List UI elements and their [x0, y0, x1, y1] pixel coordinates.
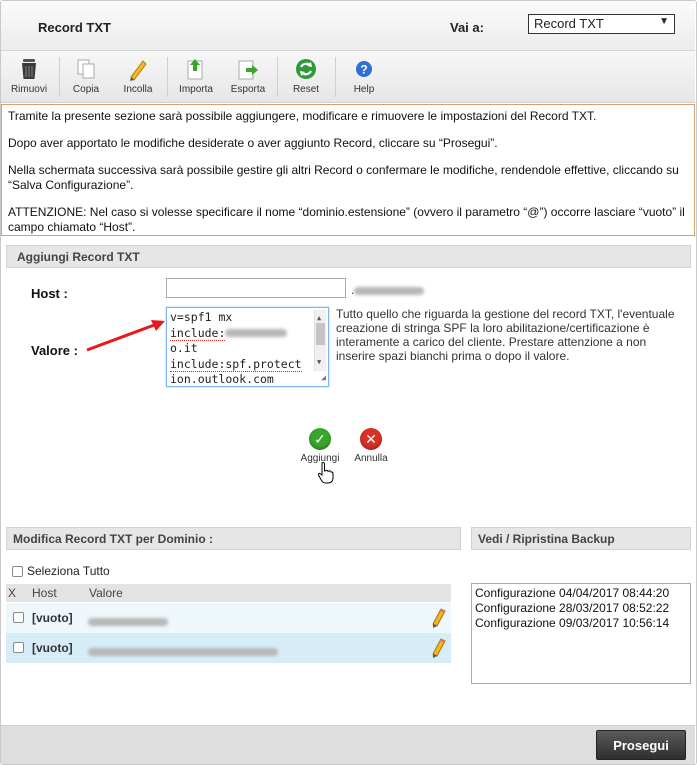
row-host: [vuoto]: [32, 641, 73, 655]
valore-line: ion.outlook.com: [170, 372, 274, 386]
backup-item[interactable]: Configurazione 09/03/2017 10:56:14: [475, 616, 687, 631]
row-value: [88, 644, 278, 658]
toolbar-divider: [277, 57, 278, 97]
backup-item[interactable]: Configurazione 28/03/2017 08:52:22: [475, 601, 687, 616]
toolbar-divider: [335, 57, 336, 97]
svg-text:?: ?: [360, 63, 367, 77]
export-icon: [238, 60, 258, 80]
add-button[interactable]: ✓ Aggiungi: [298, 428, 342, 464]
valore-label: Valore :: [31, 343, 78, 358]
valore-hint: Tutto quello che riguarda la gestione de…: [336, 307, 675, 363]
table-row[interactable]: [vuoto]: [6, 603, 451, 633]
goto-label: Vai a:: [450, 20, 484, 35]
valore-line: include:: [170, 325, 226, 341]
table-header: X Host Valore: [6, 584, 451, 602]
check-icon: ✓: [309, 428, 331, 450]
dropdown-arrow-icon: ▼: [659, 16, 669, 27]
scrollbar-thumb[interactable]: [316, 323, 325, 345]
add-section-header: Aggiungi Record TXT: [6, 245, 691, 268]
reset-icon: [296, 59, 316, 79]
select-all[interactable]: Seleziona Tutto: [12, 564, 110, 578]
host-label: Host :: [31, 286, 68, 301]
row-checkbox[interactable]: [13, 612, 24, 623]
hand-cursor-icon: [317, 461, 334, 484]
help-icon: ?: [356, 61, 372, 77]
modify-section-header: Modifica Record TXT per Dominio :: [6, 527, 461, 550]
valore-textarea[interactable]: v=spf1 mx include: o.it include:spf.prot…: [166, 307, 329, 387]
valore-line: v=spf1 mx: [170, 310, 233, 324]
paste-button[interactable]: Incolla: [113, 55, 163, 95]
row-checkbox[interactable]: [13, 642, 24, 653]
valore-line: o.it: [170, 341, 198, 355]
paste-label: Incolla: [123, 84, 153, 95]
pencil-icon[interactable]: [430, 607, 446, 629]
help-button[interactable]: ? Help: [339, 55, 389, 95]
toolbar: Rimuovi Copia Incolla Importa Esporta Re…: [1, 51, 695, 103]
import-icon: [187, 59, 203, 80]
goto-select[interactable]: Record TXT ▼: [528, 14, 675, 34]
cancel-button[interactable]: ✕ Annulla: [350, 428, 392, 464]
info-paragraph: Nella schermata successiva sarà possibil…: [8, 163, 679, 192]
row-value: [88, 614, 168, 628]
paste-icon: [130, 60, 147, 81]
reset-label: Reset: [292, 84, 320, 95]
remove-button[interactable]: Rimuovi: [4, 55, 54, 95]
modify-section-title: Modifica Record TXT per Dominio :: [13, 532, 214, 546]
copy-icon: [77, 59, 95, 79]
close-icon: ✕: [360, 428, 382, 450]
prosegui-button[interactable]: Prosegui: [596, 730, 686, 760]
pencil-icon[interactable]: [430, 637, 446, 659]
scroll-down-icon[interactable]: ▼: [317, 355, 321, 371]
cancel-label: Annulla: [354, 453, 388, 464]
footer-bar: [1, 725, 695, 764]
info-paragraph: Tramite la presente sezione sarà possibi…: [8, 109, 597, 123]
backup-section-title: Vedi / Ripristina Backup: [478, 532, 615, 546]
goto-select-value: Record TXT: [534, 16, 604, 31]
import-label: Importa: [179, 84, 213, 95]
domain-suffix: .: [351, 283, 425, 297]
backup-section-header: Vedi / Ripristina Backup: [471, 527, 691, 550]
export-button[interactable]: Esporta: [223, 55, 273, 95]
textarea-scrollbar[interactable]: ▲ ▼: [314, 310, 326, 371]
arrow-annotation-icon: [86, 320, 165, 352]
header-bar: Record TXT Vai a: Record TXT ▼: [1, 1, 695, 51]
toolbar-divider: [59, 57, 60, 97]
export-label: Esporta: [230, 84, 266, 95]
remove-label: Rimuovi: [10, 84, 48, 95]
backup-list[interactable]: Configurazione 04/04/2017 08:44:20 Confi…: [471, 583, 691, 684]
add-section-title: Aggiungi Record TXT: [17, 250, 140, 264]
trash-icon: [22, 59, 36, 79]
host-input[interactable]: [166, 278, 346, 298]
column-header-value: Valore: [89, 586, 123, 600]
resize-handle-icon[interactable]: ◢: [321, 370, 326, 386]
reset-button[interactable]: Reset: [281, 55, 331, 95]
select-all-checkbox[interactable]: [12, 565, 23, 577]
info-panel: Tramite la presente sezione sarà possibi…: [1, 104, 695, 236]
column-header-host: Host: [32, 586, 57, 600]
toolbar-divider: [167, 57, 168, 97]
copy-button[interactable]: Copia: [61, 55, 111, 95]
help-label: Help: [353, 84, 375, 95]
copy-label: Copia: [72, 84, 100, 95]
valore-line: include:spf.protect: [170, 356, 302, 372]
column-header-x: X: [8, 586, 17, 600]
import-button[interactable]: Importa: [171, 55, 221, 95]
info-paragraph: Dopo aver apportato le modifiche desider…: [8, 136, 498, 150]
select-all-label: Seleziona Tutto: [27, 564, 110, 578]
table-row[interactable]: [vuoto]: [6, 633, 451, 663]
backup-item[interactable]: Configurazione 04/04/2017 08:44:20: [475, 586, 687, 601]
row-host: [vuoto]: [32, 611, 73, 625]
page-title: Record TXT: [38, 20, 111, 35]
info-warning: ATTENZIONE: Nel caso si volesse specific…: [8, 205, 685, 234]
